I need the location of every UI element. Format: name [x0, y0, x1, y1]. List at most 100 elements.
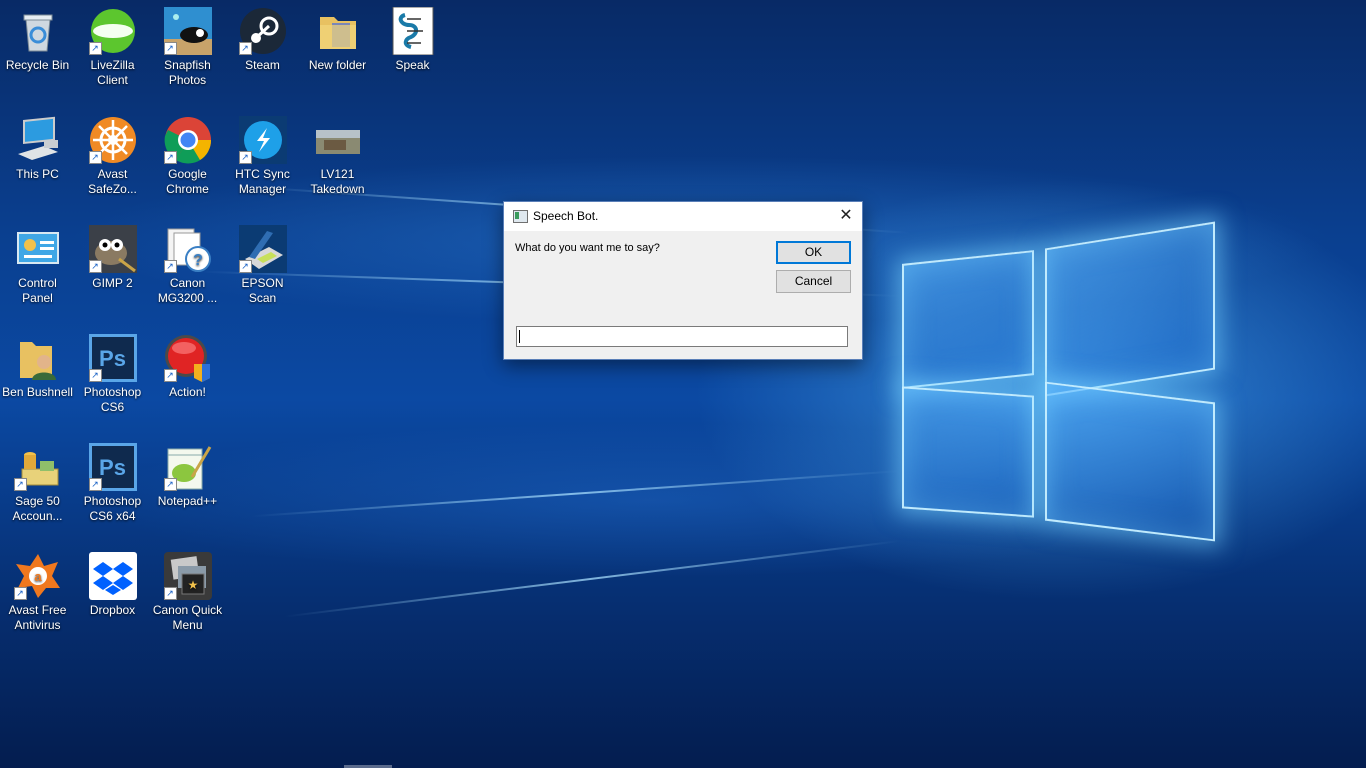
desktop-icon-photoshop-cs6-x64[interactable]: Ps ↗ Photoshop CS6 x64: [75, 436, 150, 524]
icon-label: Recycle Bin: [5, 58, 70, 72]
avast-safezone-icon: ↗: [88, 116, 137, 164]
desktop-icon-avast-safezone[interactable]: ↗ Avast SafeZo...: [75, 109, 150, 197]
icon-label: Avast SafeZo...: [88, 167, 137, 196]
icon-label: This PC: [16, 167, 59, 181]
windows-logo-pane: [1045, 381, 1215, 542]
desktop-icon-canon-mg3200[interactable]: ? ↗ Canon MG3200 ...: [150, 218, 225, 306]
icon-label: Photoshop CS6: [83, 385, 142, 414]
desktop-icon-sage-50[interactable]: ↗ Sage 50 Accoun...: [0, 436, 75, 524]
image-file-icon: [314, 116, 362, 164]
chrome-icon: ↗: [163, 116, 212, 164]
dialog-titlebar[interactable]: Speech Bot. ✕: [504, 202, 862, 231]
shortcut-arrow-icon: ↗: [13, 478, 27, 491]
icon-label: Canon MG3200 ...: [157, 276, 218, 305]
windows-logo-pane: [902, 250, 1034, 389]
shortcut-arrow-icon: ↗: [163, 369, 177, 382]
shortcut-arrow-icon: ↗: [163, 478, 177, 491]
icon-label: Control Panel: [18, 276, 57, 305]
shortcut-arrow-icon: ↗: [88, 478, 102, 491]
icon-label: Canon Quick Menu: [152, 603, 223, 632]
wallpaper-light-beam: [284, 540, 901, 618]
desktop-icon-steam[interactable]: ↗ Steam: [225, 0, 300, 73]
desktop-icon-dropbox[interactable]: Dropbox: [75, 545, 150, 618]
desktop-wallpaper: Recycle Bin ↗ LiveZilla Client ↗ Snapfis…: [0, 0, 1366, 768]
cancel-button[interactable]: Cancel: [776, 270, 851, 293]
dialog-title: Speech Bot.: [533, 209, 599, 223]
desktop-icon-avast-free-antivirus[interactable]: a ↗ Avast Free Antivirus: [0, 545, 75, 633]
close-button[interactable]: ✕: [830, 202, 862, 231]
desktop-icon-google-chrome[interactable]: ↗ Google Chrome: [150, 109, 225, 197]
speech-text-input[interactable]: [516, 326, 848, 347]
control-panel-icon: [14, 225, 62, 273]
recycle-bin-icon: [14, 7, 62, 55]
icon-label: GIMP 2: [92, 276, 133, 290]
icon-label: Notepad++: [157, 494, 218, 508]
shortcut-arrow-icon: ↗: [163, 151, 177, 164]
shortcut-arrow-icon: ↗: [163, 260, 177, 273]
photoshop-icon: Ps ↗: [88, 334, 137, 382]
desktop-icon-gimp[interactable]: ↗ GIMP 2: [75, 218, 150, 291]
avast-icon: a ↗: [13, 552, 62, 600]
icon-label: New folder: [308, 58, 367, 72]
desktop-icon-new-folder[interactable]: New folder: [300, 0, 375, 73]
wallpaper-light-beam: [251, 470, 901, 518]
shortcut-arrow-icon: ↗: [88, 42, 102, 55]
icon-label: LV121 Takedown: [310, 167, 365, 196]
desktop-icon-speak[interactable]: Speak: [375, 0, 450, 73]
desktop-icon-snapfish[interactable]: ↗ Snapfish Photos: [150, 0, 225, 88]
script-file-icon: [389, 6, 437, 56]
icon-label: EPSON Scan: [241, 276, 284, 305]
steam-icon: ↗: [238, 7, 287, 55]
windows-logo-pane: [1045, 221, 1215, 397]
canon-help-icon: ? ↗: [163, 225, 212, 273]
icon-label: Speak: [395, 58, 430, 72]
app-window-icon: [513, 210, 528, 223]
desktop-icon-livezilla[interactable]: ↗ LiveZilla Client: [75, 0, 150, 88]
computer-icon: [14, 116, 62, 164]
desktop-icon-action[interactable]: ↗ Action!: [150, 327, 225, 400]
icon-label: Sage 50 Accoun...: [12, 494, 63, 523]
icon-label: Photoshop CS6 x64: [83, 494, 142, 523]
icon-label: LiveZilla Client: [90, 58, 135, 87]
desktop-icon-recycle-bin[interactable]: Recycle Bin: [0, 0, 75, 73]
desktop-icon-notepad-plus[interactable]: ↗ Notepad++: [150, 436, 225, 509]
shortcut-arrow-icon: ↗: [163, 42, 177, 55]
action-recorder-icon: ↗: [163, 334, 212, 382]
icon-label: Steam: [245, 58, 280, 72]
canon-quick-menu-icon: ★ ↗: [163, 552, 212, 600]
shortcut-arrow-icon: ↗: [238, 260, 252, 273]
livezilla-icon: ↗: [88, 7, 137, 55]
desktop-icon-this-pc[interactable]: This PC: [0, 109, 75, 182]
shortcut-arrow-icon: ↗: [163, 587, 177, 600]
desktop-icon-ben-bushnell[interactable]: Ben Bushnell: [0, 327, 75, 400]
desktop-icon-control-panel[interactable]: Control Panel: [0, 218, 75, 306]
desktop-icon-htc-sync[interactable]: ↗ HTC Sync Manager: [225, 109, 300, 197]
user-folder-icon: [14, 334, 62, 382]
shortcut-arrow-icon: ↗: [88, 369, 102, 382]
windows-logo-pane: [902, 386, 1034, 518]
scanner-icon: ↗: [238, 225, 287, 273]
shortcut-arrow-icon: ↗: [88, 260, 102, 273]
icon-label: Google Chrome: [166, 167, 209, 196]
desktop-icon-epson-scan[interactable]: ↗ EPSON Scan: [225, 218, 300, 306]
desktop-icon-lv121-takedown[interactable]: LV121 Takedown: [300, 109, 375, 197]
desktop-icon-canon-quick-menu[interactable]: ★ ↗ Canon Quick Menu: [150, 545, 225, 633]
gimp-icon: ↗: [88, 225, 137, 273]
icon-label: Avast Free Antivirus: [8, 603, 67, 632]
svg-text:a: a: [34, 569, 42, 584]
icon-label: Snapfish Photos: [164, 58, 211, 87]
desktop-icon-photoshop-cs6[interactable]: Ps ↗ Photoshop CS6: [75, 327, 150, 415]
notepad-plus-icon: ↗: [163, 443, 212, 491]
shortcut-arrow-icon: ↗: [13, 587, 27, 600]
speech-bot-dialog: Speech Bot. ✕ What do you want me to say…: [503, 201, 863, 360]
icon-label: Action!: [169, 385, 206, 399]
svg-text:?: ?: [193, 252, 203, 269]
ok-button[interactable]: OK: [776, 241, 851, 264]
icon-label: Dropbox: [89, 603, 136, 617]
dropbox-icon: [88, 552, 137, 600]
shortcut-arrow-icon: ↗: [238, 151, 252, 164]
sage-icon: ↗: [13, 443, 62, 491]
folder-icon: [314, 7, 362, 55]
prompt-label: What do you want me to say?: [515, 242, 660, 254]
shortcut-arrow-icon: ↗: [238, 42, 252, 55]
